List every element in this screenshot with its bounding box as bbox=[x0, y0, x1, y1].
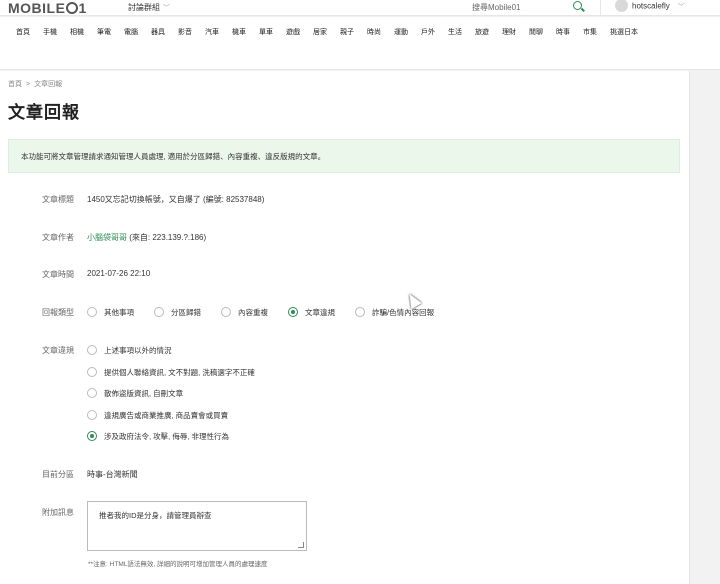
category-item[interactable]: 筆電 bbox=[97, 27, 111, 37]
type-option-label: 分區歸錯 bbox=[171, 308, 201, 317]
type-option-label: 詐騙/色情內容回報 bbox=[372, 308, 435, 317]
type-option[interactable]: 分區歸錯 bbox=[154, 307, 201, 318]
user-menu[interactable]: hotscalefly ﹀ bbox=[600, 0, 685, 16]
resize-handle-icon[interactable] bbox=[298, 542, 304, 548]
category-item[interactable]: 戶外 bbox=[421, 27, 435, 37]
radio-icon[interactable] bbox=[288, 307, 298, 317]
report-page: 首頁 > 文章回報 文章回報 本功能可將文章管理請求通知管理人員處理, 適用於分區歸… bbox=[0, 71, 690, 584]
radio-icon[interactable] bbox=[221, 307, 231, 317]
time-label: 文章時間 bbox=[42, 270, 74, 279]
category-nav: 首頁 手機 相機 筆電 電腦 器具 影音 汽車 機車 單車 遊戲 居家 親子 時尚 運動 戶外 生活 旅遊 理財 閒聊… bbox=[0, 17, 720, 70]
category-item[interactable]: 相機 bbox=[70, 27, 84, 37]
breadcrumb-separator: > bbox=[26, 81, 31, 88]
forum-group-menu[interactable]: 討論群組 ﹀ bbox=[128, 2, 170, 13]
type-label: 回報類型 bbox=[42, 308, 74, 317]
category-list: 首頁 手機 相機 筆電 電腦 器具 影音 汽車 機車 單車 遊戲 居家 親子 時尚 運動 戶外 生活 旅遊 理財 閒聊… bbox=[16, 27, 716, 51]
time-value: 2021-07-26 22:10 bbox=[87, 269, 151, 278]
breadcrumb: 首頁 > 文章回報 bbox=[8, 79, 62, 89]
radio-icon[interactable] bbox=[87, 409, 97, 420]
section-value: 時事-台灣新聞 bbox=[87, 470, 138, 479]
title-label: 文章標題 bbox=[42, 195, 74, 204]
category-item[interactable]: 汽車 bbox=[205, 27, 219, 37]
category-item[interactable]: 市集 bbox=[583, 27, 597, 37]
category-item[interactable]: 居家 bbox=[313, 27, 327, 37]
radio-icon[interactable] bbox=[87, 388, 97, 398]
radio-icon[interactable] bbox=[87, 431, 97, 441]
type-option[interactable]: 內容重複 bbox=[221, 307, 268, 318]
type-option[interactable]: 文章違規 bbox=[288, 307, 335, 318]
violation-label: 文章違規 bbox=[42, 346, 74, 355]
violation-option-label: 上述事項以外的情況 bbox=[104, 346, 172, 355]
category-item[interactable]: 閒聊 bbox=[529, 27, 543, 37]
category-item[interactable]: 理財 bbox=[502, 27, 516, 37]
violation-option-label: 散佈盜版資訊, 自刪文章 bbox=[104, 389, 184, 398]
extra-message-textarea[interactable]: 推者我的ID是分身，請管理員辦查 bbox=[87, 501, 307, 551]
extra-label: 附加訊息 bbox=[42, 508, 74, 517]
search-box[interactable]: 搜尋Mobile01 bbox=[462, 0, 590, 14]
category-item[interactable]: 時事 bbox=[556, 27, 570, 37]
breadcrumb-current: 文章回報 bbox=[34, 81, 63, 88]
top-bar: MOBILE 1 討論群組 ﹀ 搜尋Mobile01 hotscalefly ﹀ bbox=[0, 0, 720, 16]
violation-option-label: 涉及政府法令, 攻擊, 侮辱, 非理性行為 bbox=[104, 432, 230, 441]
violation-option[interactable]: 提供個人聯絡資訊, 文不對題, 洗稿選字不正確 bbox=[87, 366, 255, 378]
extra-message-text: 推者我的ID是分身，請管理員辦查 bbox=[99, 511, 212, 520]
info-notice: 本功能可將文章管理請求通知管理人員處理, 適用於分區歸錯、內容重複、違反版規的文… bbox=[8, 139, 680, 173]
radio-icon[interactable] bbox=[87, 307, 97, 317]
radio-icon[interactable] bbox=[87, 345, 97, 355]
site-logo[interactable]: MOBILE 1 bbox=[8, 0, 87, 16]
category-item[interactable]: 挑選日本 bbox=[610, 27, 638, 37]
author-label: 文章作者 bbox=[42, 233, 74, 242]
violation-option-label: 提供個人聯絡資訊, 文不對題, 洗稿選字不正確 bbox=[104, 367, 255, 377]
type-options: 其他事項 分區歸錯 內容重複 文章違規 詐騙/色情內容回報 bbox=[87, 307, 454, 318]
category-item[interactable]: 遊戲 bbox=[286, 27, 300, 37]
author-link[interactable]: 小腦袋哥哥 bbox=[87, 233, 127, 242]
violation-option[interactable]: 散佈盜版資訊, 自刪文章 bbox=[87, 388, 255, 399]
violation-option-label: 違規廣告或商業推廣, 商品賣會或買賣 bbox=[104, 410, 229, 420]
search-input[interactable]: 搜尋Mobile01 bbox=[472, 2, 520, 13]
type-option[interactable]: 詐騙/色情內容回報 bbox=[355, 307, 434, 318]
category-item[interactable]: 時尚 bbox=[367, 27, 381, 37]
hint-text: **注意: HTML語法無效, 詳細的說明可增加管理人員的處理速度 bbox=[88, 561, 268, 568]
chevron-down-icon: ﹀ bbox=[677, 3, 685, 11]
section-label: 目前分區 bbox=[42, 470, 74, 479]
category-item[interactable]: 運動 bbox=[394, 27, 408, 37]
search-icon[interactable] bbox=[573, 1, 582, 10]
forum-group-label: 討論群組 bbox=[128, 3, 160, 12]
category-item[interactable]: 旅遊 bbox=[475, 27, 489, 37]
category-item[interactable]: 親子 bbox=[340, 27, 354, 37]
radio-icon[interactable] bbox=[87, 366, 97, 377]
title-value: 1450又忘記切換帳號，又自爆了 (編號: 82537848) bbox=[87, 195, 265, 204]
category-item[interactable]: 電腦 bbox=[124, 27, 138, 37]
violation-option[interactable]: 涉及政府法令, 攻擊, 侮辱, 非理性行為 bbox=[87, 431, 255, 442]
username: hotscalefly bbox=[632, 1, 670, 11]
category-item[interactable]: 生活 bbox=[448, 27, 462, 37]
category-item[interactable]: 影音 bbox=[178, 27, 192, 37]
violation-option[interactable]: 上述事項以外的情況 bbox=[87, 345, 255, 356]
category-item[interactable]: 手機 bbox=[43, 27, 57, 37]
radio-icon[interactable] bbox=[355, 307, 365, 317]
radio-icon[interactable] bbox=[154, 307, 164, 317]
category-item[interactable]: 機車 bbox=[232, 27, 246, 37]
author-ip: (來自: 223.139.?.186) bbox=[129, 233, 207, 242]
type-option-label: 內容重複 bbox=[238, 308, 268, 317]
type-option-label: 其他事項 bbox=[104, 308, 134, 317]
page-title: 文章回報 bbox=[8, 103, 80, 122]
breadcrumb-home[interactable]: 首頁 bbox=[8, 81, 22, 88]
category-item[interactable]: 器具 bbox=[151, 27, 165, 37]
category-item[interactable]: 首頁 bbox=[16, 27, 30, 37]
violation-option[interactable]: 違規廣告或商業推廣, 商品賣會或買賣 bbox=[87, 409, 255, 421]
chevron-down-icon: ﹀ bbox=[163, 5, 170, 12]
type-option-label: 文章違規 bbox=[305, 308, 335, 317]
violation-options: 上述事項以外的情況提供個人聯絡資訊, 文不對題, 洗稿選字不正確 散佈盜版資訊, … bbox=[87, 345, 255, 453]
category-item[interactable]: 單車 bbox=[259, 27, 273, 37]
avatar bbox=[615, 0, 628, 12]
type-option[interactable]: 其他事項 bbox=[87, 307, 134, 318]
